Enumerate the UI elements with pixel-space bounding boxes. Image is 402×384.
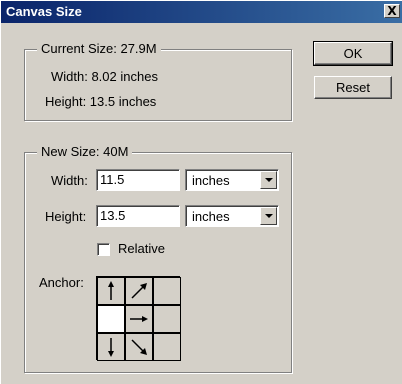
anchor-top-left[interactable]: [97, 277, 125, 305]
canvas-size-dialog: Canvas Size X Current Size: 27.9M Width:…: [0, 0, 402, 384]
current-size-group: Current Size: 27.9M Width: 8.02 inches H…: [24, 41, 292, 121]
anchor-bottom-right[interactable]: [153, 333, 181, 361]
arrow-down-right-icon: [131, 339, 147, 355]
height-unit-value: inches: [192, 209, 230, 224]
height-unit-select[interactable]: inches: [185, 205, 279, 227]
width-input[interactable]: 11.5: [96, 169, 180, 191]
anchor-top-center[interactable]: [125, 277, 153, 305]
arrow-down-icon: [108, 338, 114, 357]
anchor-bottom-left[interactable]: [97, 333, 125, 361]
ok-button[interactable]: OK: [313, 41, 393, 66]
anchor-middle-center[interactable]: [125, 305, 153, 333]
anchor-middle-right[interactable]: [153, 305, 181, 333]
arrow-right-icon: [130, 316, 148, 322]
height-input[interactable]: 13.5: [96, 205, 180, 227]
anchor-grid[interactable]: [96, 276, 181, 361]
title-bar[interactable]: Canvas Size X: [1, 1, 402, 23]
dialog-title: Canvas Size: [6, 4, 82, 19]
arrow-up-icon: [108, 281, 114, 300]
height-label: Height:: [45, 209, 87, 224]
current-height-text: Height: 13.5 inches: [45, 94, 157, 109]
height-input-value: 13.5: [100, 208, 126, 223]
anchor-top-right[interactable]: [153, 277, 181, 305]
anchor-label: Anchor:: [39, 275, 84, 290]
anchor-middle-left[interactable]: [97, 305, 125, 333]
close-button[interactable]: X: [384, 4, 400, 18]
width-input-value: 11.5: [100, 172, 125, 187]
relative-checkbox[interactable]: [97, 243, 110, 256]
width-unit-select[interactable]: inches: [185, 169, 279, 191]
reset-button[interactable]: Reset: [314, 76, 392, 99]
current-size-title: Current Size: 27.9M: [37, 41, 161, 56]
anchor-bottom-center[interactable]: [125, 333, 153, 361]
height-unit-dropdown-icon[interactable]: [260, 207, 277, 225]
width-label: Width:: [51, 173, 88, 188]
current-width-text: Width: 8.02 inches: [51, 69, 158, 84]
new-size-title: New Size: 40M: [37, 144, 133, 159]
relative-label[interactable]: Relative: [118, 241, 165, 256]
arrow-up-right-icon: [131, 283, 147, 299]
width-unit-value: inches: [192, 173, 230, 188]
width-unit-dropdown-icon[interactable]: [260, 171, 277, 189]
